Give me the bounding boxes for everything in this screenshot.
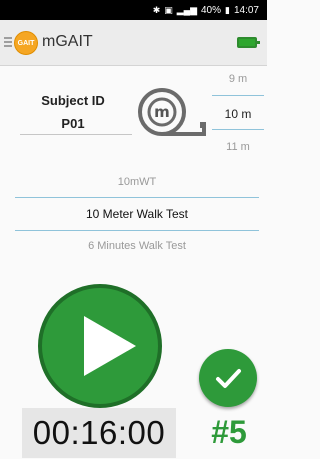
test-option-6-minutes-walk-test[interactable]: 6 Minutes Walk Test xyxy=(15,240,259,252)
distance-option-9m[interactable]: 9 m xyxy=(214,73,262,85)
app-logo: GAIT xyxy=(14,31,38,55)
distance-option-11m[interactable]: 11 m xyxy=(214,141,262,153)
svg-text:m: m xyxy=(154,103,170,121)
battery-icon: ▮ xyxy=(225,4,230,15)
test-selector-line-top xyxy=(15,197,259,198)
play-button[interactable] xyxy=(38,284,162,408)
nfc-icon: ▣ xyxy=(164,4,173,15)
menu-icon[interactable] xyxy=(4,37,12,47)
play-icon xyxy=(84,316,136,376)
battery-full-icon xyxy=(237,37,260,48)
app-title: mGAIT xyxy=(42,33,93,50)
test-option-10-meter-walk-test-selected[interactable]: 10 Meter Walk Test xyxy=(15,207,259,221)
trial-counter: #5 xyxy=(211,414,247,450)
finish-button[interactable] xyxy=(199,349,257,407)
subject-id-label: Subject ID xyxy=(41,93,105,108)
battery-percent: 40% xyxy=(201,4,222,16)
subject-id-field[interactable]: P01 xyxy=(18,116,128,131)
subject-id-underline xyxy=(20,134,132,135)
status-bar: ✱ ▣ ▂▄▆ 40% ▮ 14:07 xyxy=(0,0,267,20)
clock: 14:07 xyxy=(233,4,259,16)
app-bar: GAIT mGAIT xyxy=(0,20,267,66)
measuring-tape-icon: m xyxy=(136,86,208,138)
elapsed-timer: 00:16:00 xyxy=(22,408,176,458)
check-icon xyxy=(216,369,241,388)
distance-selector-line-top xyxy=(212,95,264,96)
distance-selector-line-bottom xyxy=(212,129,264,130)
bluetooth-icon: ✱ xyxy=(152,4,161,15)
test-selector-line-bottom xyxy=(15,230,259,231)
logo-text: GAIT xyxy=(17,39,35,47)
signal-icon: ▂▄▆ xyxy=(176,4,197,15)
distance-option-10m-selected[interactable]: 10 m xyxy=(214,107,262,121)
test-option-10mwt[interactable]: 10mWT xyxy=(15,176,259,188)
